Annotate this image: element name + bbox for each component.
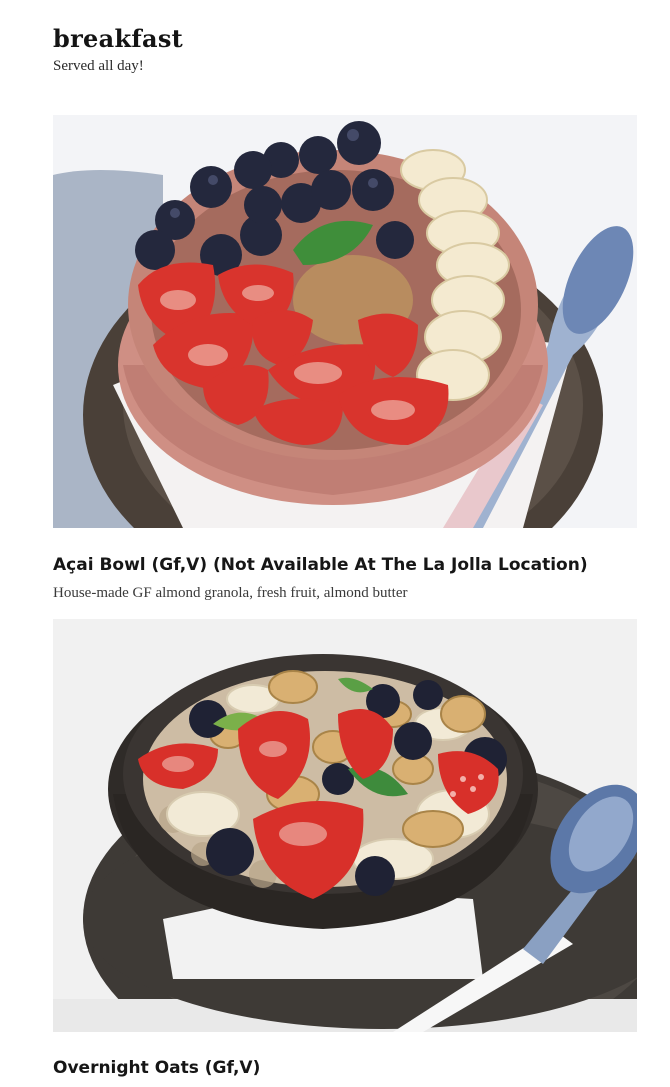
section-title: breakfast — [53, 24, 184, 53]
menu-item-name[interactable]: Açai Bowl (Gf,V) (Not Available At The L… — [53, 555, 588, 575]
acai-bowl-photo[interactable] — [53, 115, 637, 528]
overnight-oats-photo[interactable] — [53, 619, 637, 1032]
menu-item-name[interactable]: Overnight Oats (Gf,V) — [53, 1058, 260, 1078]
menu-item-description: House-made GF almond granola, fresh frui… — [53, 585, 408, 601]
section-subtitle: Served all day! — [53, 58, 144, 74]
